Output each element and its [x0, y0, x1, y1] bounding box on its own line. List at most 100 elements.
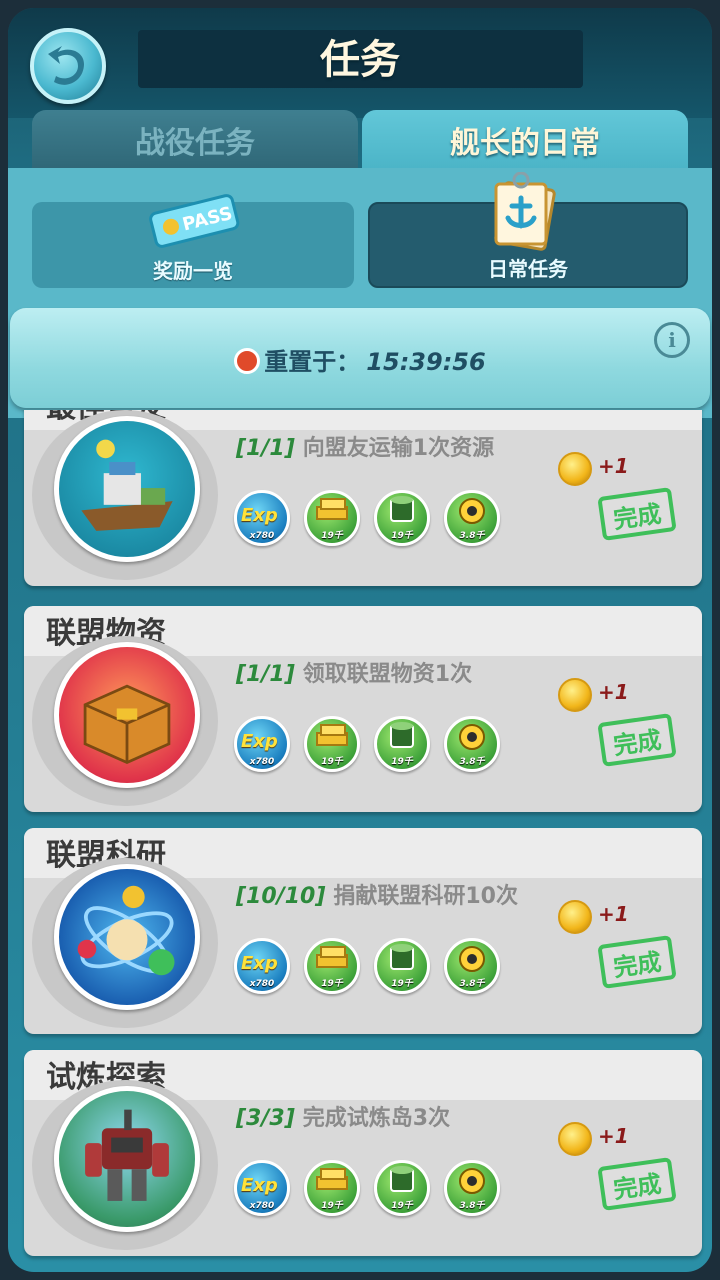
- exp-amount: x780: [249, 1201, 275, 1211]
- cargo-boat-icon: [54, 416, 200, 562]
- gold-amount: 19千: [321, 531, 343, 541]
- info-icon[interactable]: i: [654, 322, 690, 358]
- task-progress: [1/1]: [236, 436, 295, 461]
- daily-tasks-label: 日常任务: [488, 257, 568, 281]
- mech-robot-icon: [54, 1086, 200, 1232]
- tab-captain-daily[interactable]: 舰长的日常: [362, 110, 688, 170]
- gold-bar-icon: [316, 1168, 348, 1190]
- task-card: 联盟物资 [1/1] 领取联盟物资1次 Exp x780 19千 19千 3.8千 …: [24, 606, 702, 812]
- stone-block-icon: [390, 944, 414, 970]
- complete-stamp[interactable]: 完成: [597, 487, 677, 541]
- stone-amount: 19千: [391, 757, 413, 767]
- task-card: 最佳盟友 [1/1]向盟友运输1次资源 Expx780 19千 19千 3.8千…: [24, 410, 702, 586]
- task-desc-text: 完成试炼岛3次: [302, 1106, 451, 1131]
- reset-label: 重置于：: [264, 348, 361, 376]
- stone-block-icon: [390, 1166, 414, 1192]
- task-progress: [3/3]: [236, 1106, 295, 1131]
- gold-bar-icon: [316, 498, 348, 520]
- iron-amount: 3.8千: [459, 757, 485, 767]
- token-reward: +1: [598, 680, 629, 704]
- iron-amount: 3.8千: [459, 531, 485, 541]
- token-reward: +1: [598, 454, 629, 478]
- daily-tasks-button[interactable]: 日常任务: [368, 172, 688, 288]
- task-desc-text: 捐献联盟科研10次: [333, 884, 518, 909]
- reward-exp: Exp x780: [234, 716, 290, 772]
- pass-ticket-icon: PASS: [149, 194, 240, 248]
- task-desc-text: 领取联盟物资1次: [302, 662, 473, 687]
- page-title: 任务: [320, 37, 400, 83]
- reset-time: 15:39:56: [366, 348, 486, 376]
- task-medallion: [32, 1080, 218, 1250]
- exp-amount: x780: [249, 757, 275, 767]
- reward-stone: 19千: [374, 1160, 430, 1216]
- task-progress: [10/10]: [236, 884, 326, 909]
- anchor-coin-icon: [558, 1122, 592, 1156]
- gold-bar-icon: [316, 946, 348, 968]
- exp-label: Exp: [241, 505, 278, 526]
- gold-amount: 19千: [321, 757, 343, 767]
- task-description: [3/3] 完成试炼岛3次: [236, 1100, 450, 1132]
- anchor-coin-icon: [558, 900, 592, 934]
- complete-stamp[interactable]: 完成: [597, 935, 677, 989]
- iron-amount: 3.8千: [459, 979, 485, 989]
- reward-iron: 3.8千: [444, 716, 500, 772]
- anchor-coin-icon: [558, 678, 592, 712]
- task-medallion: [32, 410, 218, 580]
- task-desc-text: 向盟友运输1次资源: [302, 436, 495, 461]
- supply-crate-icon: [54, 642, 200, 788]
- tab-campaign-missions[interactable]: 战役任务: [32, 110, 358, 170]
- iron-gear-icon: [459, 498, 485, 524]
- reward-gold: 19千: [304, 490, 360, 546]
- task-description: [1/1] 领取联盟物资1次: [236, 656, 472, 688]
- reward-iron: 3.8千: [444, 490, 500, 546]
- task-medallion: [32, 858, 218, 1028]
- iron-gear-icon: [459, 1168, 485, 1194]
- gold-amount: 19千: [321, 979, 343, 989]
- reward-exp: Exp x780: [234, 938, 290, 994]
- iron-gear-icon: [459, 724, 485, 750]
- reward-exp: Exp x780: [234, 1160, 290, 1216]
- task-description: [10/10] 捐献联盟科研10次: [236, 878, 518, 910]
- task-card: 联盟科研 [10/10] 捐献联盟科研10次 Exp x780 19千 19千 3.…: [24, 828, 702, 1034]
- task-list[interactable]: 最佳盟友 [1/1]向盟友运输1次资源 Expx780 19千 19千 3.8千…: [0, 410, 720, 1270]
- token-reward: +1: [598, 902, 629, 926]
- stone-amount: 19千: [391, 979, 413, 989]
- stone-block-icon: [390, 496, 414, 522]
- exp-amount: x780: [249, 979, 275, 989]
- rewards-overview-button[interactable]: PASS 奖励一览: [32, 194, 354, 288]
- iron-gear-icon: [459, 946, 485, 972]
- exp-label: Exp: [241, 731, 278, 752]
- atom-research-icon: [54, 864, 200, 1010]
- reset-timer-bar: 重置于： 15:39:56 i: [10, 308, 710, 408]
- reward-gold: 19千: [304, 1160, 360, 1216]
- reward-exp: Exp x780: [234, 490, 290, 546]
- exp-amount: x780: [249, 531, 275, 541]
- reset-timer: 重置于： 15:39:56: [10, 342, 710, 377]
- clock-icon: [234, 348, 261, 374]
- rewards-overview-label: 奖励一览: [153, 259, 233, 283]
- daily-clipboard-icon: [494, 172, 556, 251]
- token-reward: +1: [598, 1124, 629, 1148]
- task-progress: [1/1]: [236, 662, 295, 687]
- complete-stamp[interactable]: 完成: [597, 1157, 677, 1211]
- reward-iron: 3.8千: [444, 1160, 500, 1216]
- reward-stone: 19千: [374, 716, 430, 772]
- reward-stone: 19千: [374, 938, 430, 994]
- exp-label: Exp: [241, 953, 278, 974]
- gold-amount: 19千: [321, 1201, 343, 1211]
- task-medallion: [32, 636, 218, 806]
- reward-stone: 19千: [374, 490, 430, 546]
- reward-iron: 3.8千: [444, 938, 500, 994]
- task-description: [1/1] 向盟友运输1次资源: [236, 430, 494, 462]
- complete-stamp[interactable]: 完成: [597, 713, 677, 767]
- stone-block-icon: [390, 722, 414, 748]
- stone-amount: 19千: [391, 1201, 413, 1211]
- anchor-coin-icon: [558, 452, 592, 486]
- exp-label: Exp: [241, 1175, 278, 1196]
- gold-bar-icon: [316, 724, 348, 746]
- reward-gold: 19千: [304, 716, 360, 772]
- stone-amount: 19千: [391, 531, 413, 541]
- iron-amount: 3.8千: [459, 1201, 485, 1211]
- reward-gold: 19千: [304, 938, 360, 994]
- task-card: 试炼探索 [3/3] 完成试炼岛3次 Exp x780 19千 19千 3.8千 +…: [24, 1050, 702, 1256]
